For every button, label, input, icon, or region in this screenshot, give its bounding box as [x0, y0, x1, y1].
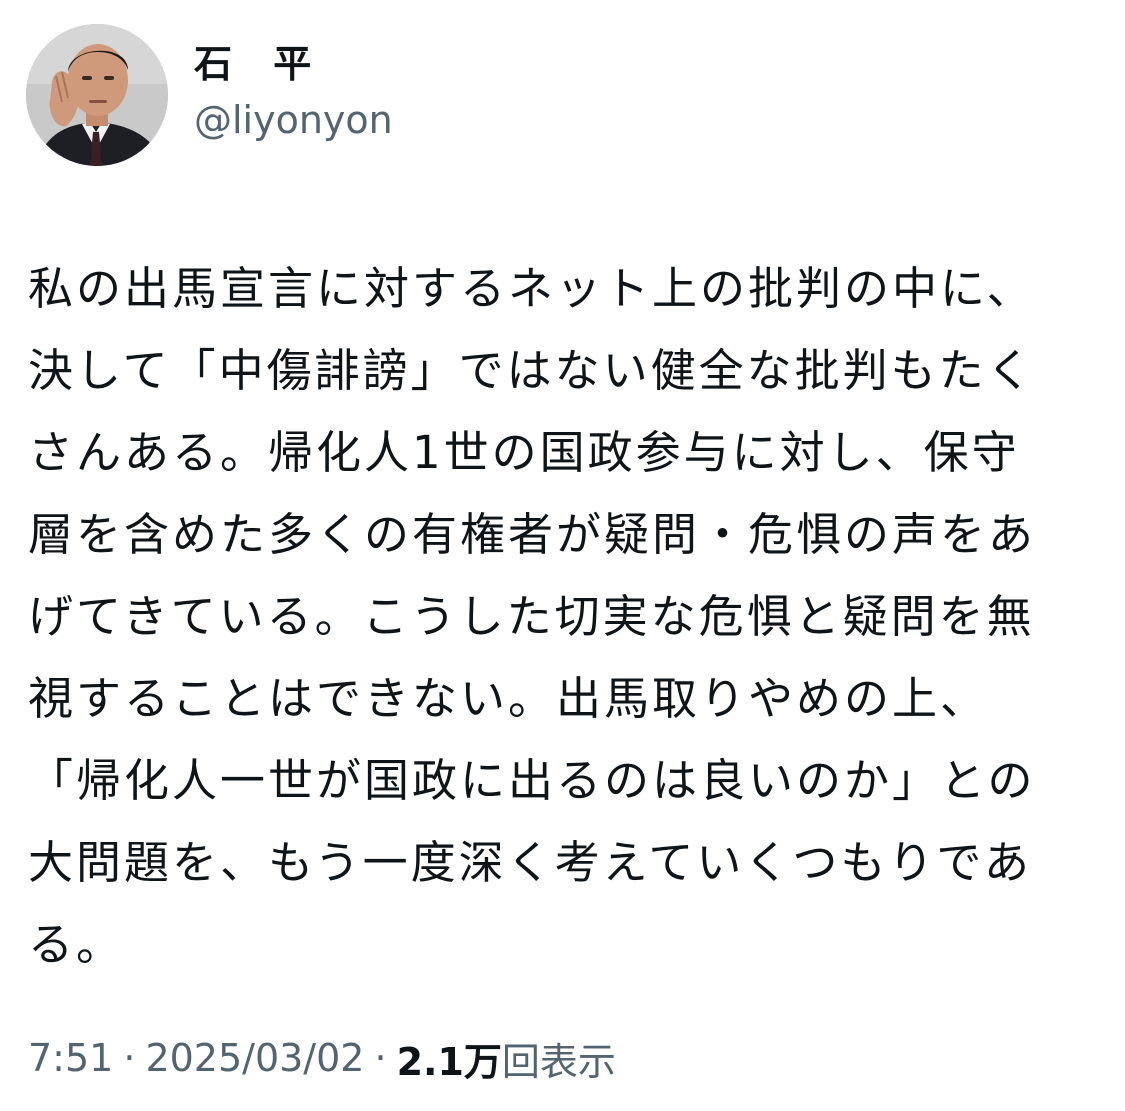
tweet-text-line: 決して「中傷誹謗」ではない健全な批判もたく	[28, 344, 1035, 397]
avatar-image	[26, 24, 168, 166]
views-label[interactable]: 回表示	[502, 1031, 616, 1086]
avatar[interactable]	[26, 24, 168, 166]
tweet-time[interactable]: 7:51	[28, 1036, 113, 1080]
tweet-metadata: 7:51 · 2025/03/02 · 2.1万 回表示	[28, 1030, 616, 1086]
tweet-text-line: 「帰化人一世が国政に出るのは良いのか」との	[28, 754, 1036, 807]
tweet-text-line: 視することはできない。出馬取りやめの上、	[28, 672, 989, 725]
author-names: 石 平 @liyonyon	[194, 24, 393, 166]
tweet-text-line: る。	[28, 918, 125, 971]
tweet-header: 石 平 @liyonyon	[26, 24, 393, 166]
meta-separator: ·	[374, 1036, 387, 1080]
tweet-text: 私の出馬宣言に対するネット上の批判の中に、 決して「中傷誹謗」ではない健全な批判…	[28, 248, 1098, 986]
author-display-name[interactable]: 石 平	[194, 40, 393, 88]
tweet-text-line: 私の出馬宣言に対するネット上の批判の中に、	[28, 262, 1035, 315]
tweet-text-line: さんある。帰化人1世の国政参与に対し、保守	[28, 426, 1020, 479]
meta-separator: ·	[123, 1036, 136, 1080]
tweet-date[interactable]: 2025/03/02	[145, 1036, 364, 1080]
author-handle[interactable]: @liyonyon	[194, 96, 393, 144]
tweet-text-line: 大問題を、もう一度深く考えていくつもりであ	[28, 836, 1032, 889]
views-count[interactable]: 2.1万	[397, 1031, 502, 1086]
tweet-text-line: 層を含めた多くの有権者が疑問・危惧の声をあ	[28, 508, 1037, 561]
tweet-text-line: げてきている。こうした切実な危惧と疑問を無	[28, 590, 1035, 643]
